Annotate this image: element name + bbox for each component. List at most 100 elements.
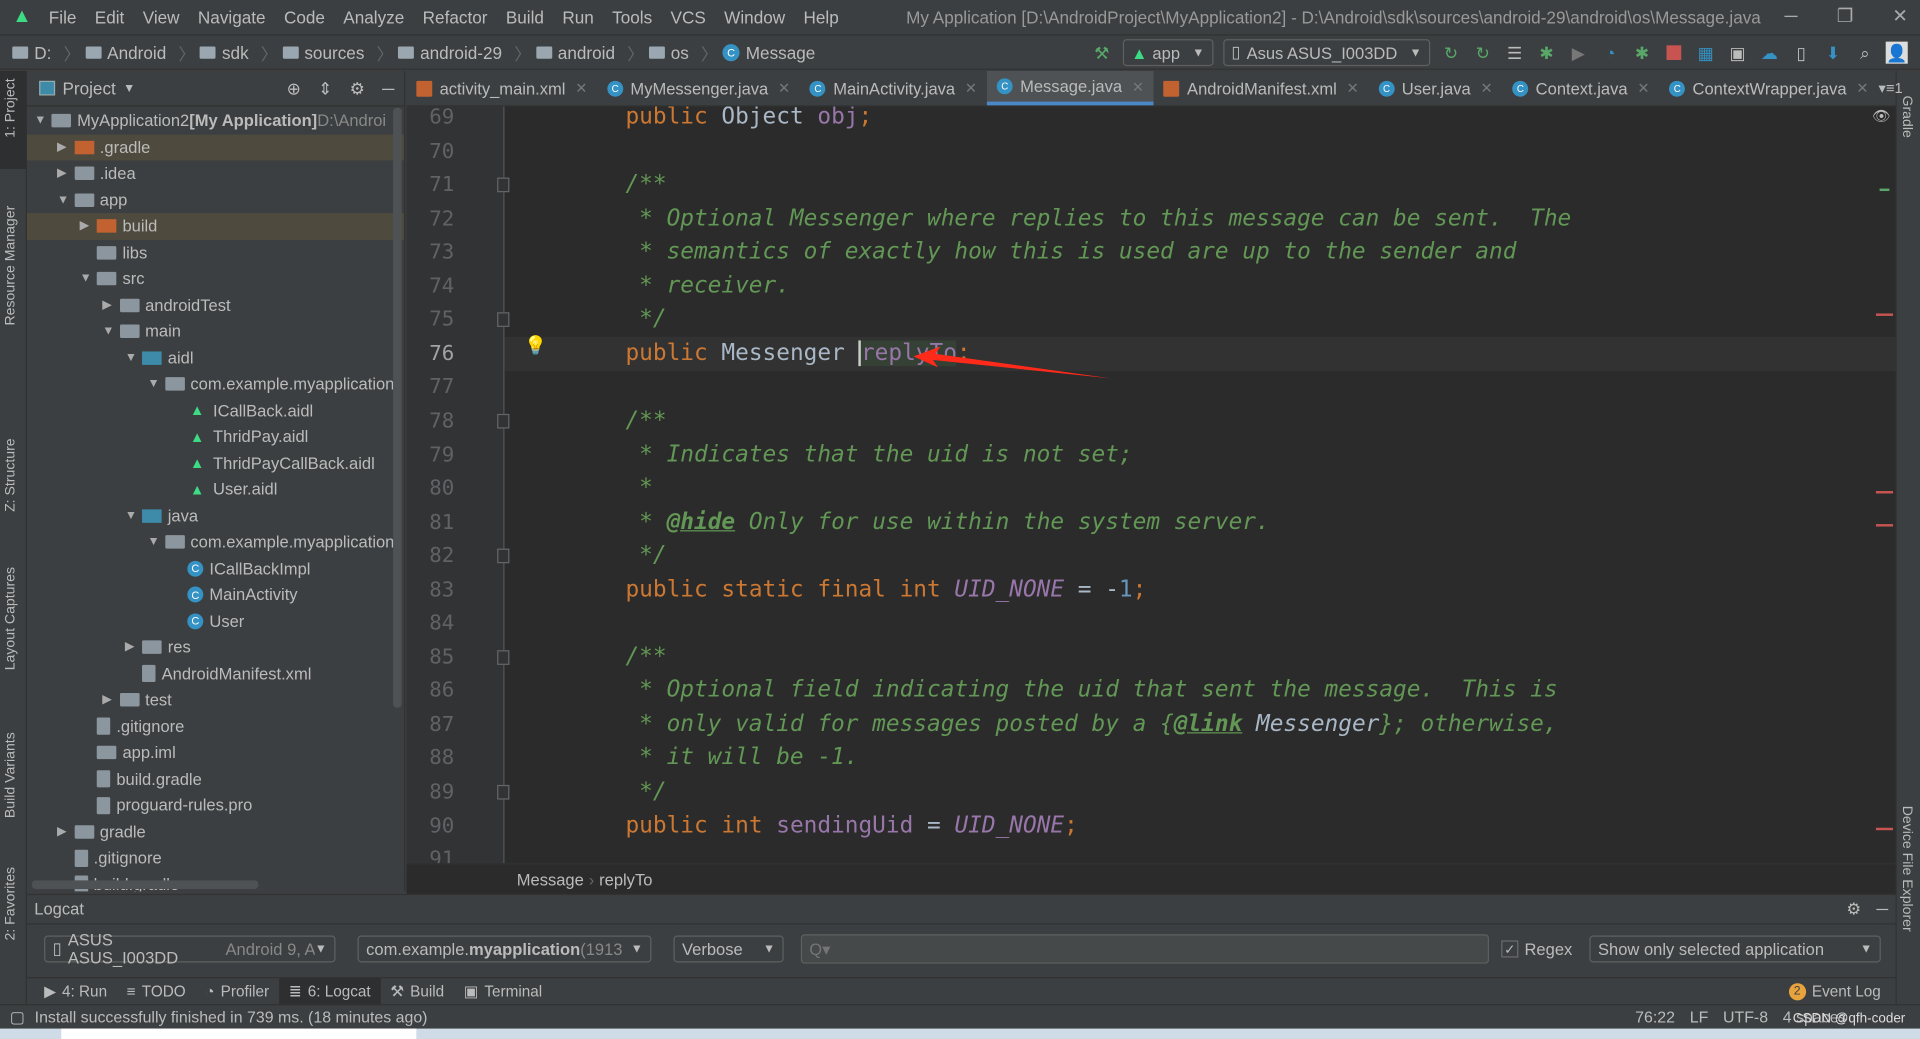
tool-window-build[interactable]: ⚒ Build	[380, 978, 453, 1005]
tree-item[interactable]: app.iml	[27, 740, 404, 766]
gear-icon[interactable]: ⚙	[350, 78, 365, 99]
apply-code-changes-icon[interactable]: ↻	[1472, 42, 1494, 64]
menu-help[interactable]: Help	[804, 7, 839, 27]
breadcrumb-item[interactable]: sources	[282, 43, 364, 62]
menu-refactor[interactable]: Refactor	[423, 7, 488, 27]
restore-button[interactable]: ❐	[1837, 5, 1853, 27]
tree-item[interactable]: ▶ gradle	[27, 819, 404, 845]
tree-item[interactable]: ▲ ICallBack.aidl	[27, 397, 404, 423]
tree-item[interactable]: C MainActivity	[27, 582, 404, 608]
expanded-arrow-icon[interactable]: ▼	[125, 351, 142, 364]
tab-mymessenger-java[interactable]: C MyMessenger.java ✕	[597, 71, 800, 105]
collapse-all-icon[interactable]: ⇕	[318, 78, 332, 99]
line-separator[interactable]: LF	[1690, 1008, 1709, 1026]
collapsed-arrow-icon[interactable]: ▶	[57, 141, 74, 154]
menu-edit[interactable]: Edit	[95, 7, 125, 27]
close-tab-icon[interactable]: ✕	[778, 80, 790, 97]
tree-item[interactable]: AndroidManifest.xml	[27, 661, 404, 687]
tree-item[interactable]: ▶ androidTest	[27, 292, 404, 318]
breadcrumb-item[interactable]: D:	[12, 43, 51, 62]
tree-item[interactable]: proguard-rules.pro	[27, 792, 404, 818]
project-structure-icon[interactable]: ▦	[1695, 42, 1717, 64]
status-toggle-icon[interactable]: ▢	[10, 1007, 25, 1027]
tree-item[interactable]: C ICallBackImpl	[27, 555, 404, 581]
rerun-icon[interactable]: ☰	[1504, 42, 1526, 64]
collapsed-arrow-icon[interactable]: ▶	[57, 825, 74, 838]
avd-manager-icon[interactable]: ☁	[1758, 42, 1780, 64]
tool-tab-resource-manager[interactable]: Resource Manager	[4, 206, 19, 326]
menu-run[interactable]: Run	[562, 7, 593, 27]
download-icon[interactable]: ⬇	[1822, 42, 1844, 64]
breadcrumb-item[interactable]: sdk	[199, 43, 249, 62]
tree-item[interactable]: ▲ ThridPayCallBack.aidl	[27, 450, 404, 476]
logcat-device-dropdown[interactable]: ▯ ASUS ASUS_I003DD Android 9, A ▼	[44, 931, 336, 967]
search-icon[interactable]: ⌕	[1854, 42, 1876, 64]
tool-window-terminal[interactable]: ▣ Terminal	[454, 978, 552, 1005]
tool-window-todo[interactable]: ≡ TODO	[117, 978, 196, 1005]
tree-item[interactable]: ▼ main	[27, 318, 404, 344]
close-tab-icon[interactable]: ✕	[1347, 80, 1359, 97]
tab-context-java[interactable]: C Context.java ✕	[1503, 71, 1660, 105]
tree-item[interactable]: .gitignore	[27, 713, 404, 739]
menu-build[interactable]: Build	[506, 7, 544, 27]
tree-item[interactable]: ▲ User.aidl	[27, 476, 404, 502]
tree-item[interactable]: ▼ aidl	[27, 345, 404, 371]
tree-vertical-scrollbar[interactable]	[393, 107, 402, 708]
close-tab-icon[interactable]: ✕	[1856, 80, 1868, 97]
menu-code[interactable]: Code	[284, 7, 325, 27]
menu-view[interactable]: View	[143, 7, 180, 27]
tree-item[interactable]: ▲ ThridPay.aidl	[27, 424, 404, 450]
collapsed-arrow-icon[interactable]: ▶	[102, 693, 119, 706]
tree-item[interactable]: ▶ build	[26, 213, 405, 240]
tool-window-6-logcat[interactable]: ≣ 6: Logcat	[278, 977, 381, 1005]
expanded-arrow-icon[interactable]: ▼	[125, 509, 142, 522]
tree-item[interactable]: libs	[27, 239, 404, 265]
expanded-arrow-icon[interactable]: ▼	[148, 535, 165, 548]
tree-item[interactable]: ▼ src	[27, 266, 404, 292]
tree-horizontal-scrollbar[interactable]	[31, 880, 259, 889]
minimize-button[interactable]: ─	[1784, 6, 1797, 27]
close-tab-icon[interactable]: ✕	[965, 80, 977, 97]
close-tab-icon[interactable]: ✕	[575, 80, 587, 97]
expanded-arrow-icon[interactable]: ▼	[148, 377, 165, 390]
breadcrumb-item[interactable]: android	[535, 43, 615, 62]
caret-position[interactable]: 76:22	[1635, 1008, 1675, 1026]
coverage-icon[interactable]: ▶	[1567, 42, 1589, 64]
hammer-build-icon[interactable]: ⚒	[1091, 42, 1113, 64]
file-encoding[interactable]: UTF-8	[1723, 1008, 1768, 1026]
intention-bulb-icon[interactable]: 💡	[524, 334, 547, 357]
expanded-arrow-icon[interactable]: ▼	[57, 193, 74, 206]
device-dropdown[interactable]: ▯ Asus ASUS_I003DD ▼	[1222, 39, 1431, 67]
user-avatar-icon[interactable]: 👤	[1885, 41, 1908, 64]
editor-crumb-field[interactable]: replyTo	[599, 870, 652, 888]
event-log-button[interactable]: 2 Event Log	[1788, 982, 1896, 1000]
attach-debugger-icon[interactable]: ✱	[1631, 42, 1653, 64]
tree-item[interactable]: ▼ java	[27, 503, 404, 529]
tree-item[interactable]: ▼ MyApplication2 [My Application] D:\Andr…	[27, 108, 404, 134]
tab-contextwrapper-java[interactable]: C ContextWrapper.java ✕	[1659, 71, 1878, 105]
breadcrumb-item[interactable]: os	[648, 43, 689, 62]
menu-file[interactable]: File	[49, 7, 77, 27]
tree-item[interactable]: .gitignore	[27, 845, 404, 871]
collapsed-arrow-icon[interactable]: ▶	[125, 641, 142, 654]
profiler-icon[interactable]: ◔	[1599, 42, 1621, 64]
gear-icon[interactable]: ⚙	[1846, 899, 1861, 919]
tree-item[interactable]: ▶ test	[27, 687, 404, 713]
stop-icon[interactable]	[1663, 42, 1685, 64]
regex-checkbox[interactable]: ✓ Regex	[1501, 940, 1572, 958]
tab-androidmanifest-xml[interactable]: AndroidManifest.xml ✕	[1154, 71, 1369, 105]
collapsed-arrow-icon[interactable]: ▶	[102, 298, 119, 311]
collapsed-arrow-icon[interactable]: ▶	[80, 219, 97, 232]
menu-window[interactable]: Window	[724, 7, 785, 27]
breadcrumb-item[interactable]: android-29	[398, 43, 502, 62]
menu-tools[interactable]: Tools	[612, 7, 652, 27]
tab-mainactivity-java[interactable]: C MainActivity.java ✕	[800, 71, 987, 105]
hide-panel-icon[interactable]: ─	[1876, 900, 1888, 918]
tab-message-java[interactable]: C Message.java ✕	[987, 71, 1154, 106]
chevron-down-icon[interactable]: ▼	[123, 81, 135, 94]
logcat-filter-dropdown[interactable]: Show only selected application ▼	[1589, 935, 1881, 963]
tree-item[interactable]: ▶ .idea	[27, 160, 404, 186]
code-area[interactable]: public Object obj; /** * Optional Messen…	[504, 107, 1895, 864]
logcat-process-dropdown[interactable]: com.example. myapplication (1913 ▼	[357, 935, 652, 963]
menu-analyze[interactable]: Analyze	[343, 7, 404, 27]
